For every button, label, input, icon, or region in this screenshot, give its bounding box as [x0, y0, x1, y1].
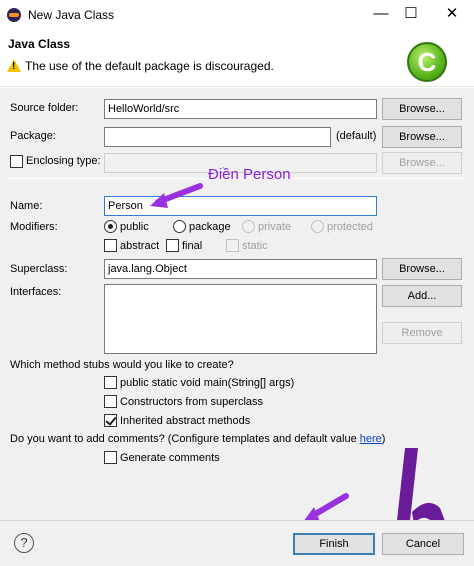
- annotation-arrow-name: [150, 183, 203, 208]
- annotation-overlay: [150, 183, 462, 566]
- annotation-arrow-finish: [303, 493, 349, 522]
- wizard-footer: ? Finish Cancel: [0, 520, 474, 566]
- cancel-button[interactable]: Cancel: [382, 533, 464, 555]
- finish-button[interactable]: Finish: [293, 533, 375, 555]
- help-icon[interactable]: ?: [14, 533, 34, 553]
